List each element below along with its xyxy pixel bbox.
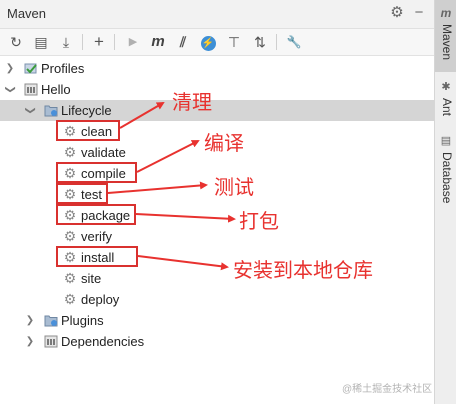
tab-label: Ant [440,98,454,117]
annotation-test: 测试 [214,175,254,199]
tree-item-label: Hello [41,82,71,97]
goal-label: validate [81,145,126,160]
folder-icon [44,315,58,327]
right-tool-strip: m Maven ✱ Ant ▤ Database [434,0,456,404]
tab-label: Database [440,152,454,204]
tree-item-plugins[interactable]: ❯ Plugins [0,310,434,331]
gear-icon: ⚙ [63,144,77,160]
tree-item-label: Lifecycle [61,103,112,118]
chevron-down-icon[interactable]: ❯ [20,105,41,117]
run-icon[interactable]: ▶ [123,32,143,52]
add-icon[interactable]: + [89,32,109,52]
collapse-all-icon[interactable]: ⇅ [250,32,270,52]
highlight-box-package [56,204,136,225]
folder-icon [44,105,58,117]
highlight-box-install [56,246,138,267]
show-dependencies-icon[interactable]: ⊤ [224,32,244,52]
dependencies-icon [44,335,58,348]
add-maven-project-icon[interactable]: ▤ [31,32,51,52]
panel-title: Maven [7,6,47,21]
chevron-right-icon[interactable]: ❯ [4,58,16,79]
tab-ant[interactable]: ✱ Ant [435,76,456,124]
goal-label: site [81,271,102,286]
tree-item-project[interactable]: ❯ Hello [0,79,434,100]
toolbar-separator [276,34,277,50]
skip-tests-icon[interactable]: ⫽ [173,32,193,52]
tree-item-label: Plugins [61,313,104,328]
reload-icon[interactable]: ↻ [6,32,26,52]
gear-icon: ⚙ [63,291,77,307]
annotation-clean: 清理 [172,90,212,114]
tree-item-label: Dependencies [61,334,145,349]
gear-icon: ⚙ [63,228,77,244]
tree-item-profiles[interactable]: ❯ Profiles [0,58,434,79]
chevron-right-icon[interactable]: ❯ [24,331,36,352]
wrench-icon[interactable]: 🔧 [284,32,304,52]
goal-label: deploy [81,292,120,307]
toolbar-separator [114,34,115,50]
tree-item-lifecycle[interactable]: ❯ Lifecycle [0,100,434,121]
tab-label: Maven [440,24,454,61]
maven-icon: m [440,6,452,20]
gear-icon[interactable]: ⚙ [388,4,406,22]
highlight-box-test [56,183,108,204]
goal-label: verify [81,229,113,244]
database-icon: ▤ [440,135,452,147]
toolbar-separator [82,34,83,50]
minimize-icon[interactable]: − [410,4,428,22]
toolbar: ↻ ▤ ⤓ + ▶ m ⫽ ⚡ ⊤ ⇅ 🔧 [0,29,434,56]
chevron-right-icon[interactable]: ❯ [24,310,36,331]
maven-project-icon [24,83,38,96]
download-sources-icon[interactable]: ⤓ [56,32,76,52]
chevron-down-icon[interactable]: ❯ [0,84,21,96]
lifecycle-goal-deploy[interactable]: ⚙ deploy [0,289,434,310]
offline-mode-icon[interactable]: ⚡ [198,32,218,52]
title-bar: Maven ⚙ − [0,0,434,29]
tab-database[interactable]: ▤ Database [435,130,456,210]
profiles-icon [24,63,37,74]
tab-maven[interactable]: m Maven [435,0,456,72]
highlight-box-clean [56,120,120,141]
lifecycle-goal-verify[interactable]: ⚙ verify [0,226,434,247]
tree-item-label: Profiles [41,61,85,76]
execute-maven-goal-icon[interactable]: m [148,32,168,52]
watermark: @稀土掘金技术社区 [342,384,433,395]
annotation-package: 打包 [239,209,279,233]
highlight-box-compile [56,162,137,183]
annotation-install: 安装到本地仓库 [233,258,373,282]
annotation-compile: 编译 [204,131,244,155]
tree-item-dependencies[interactable]: ❯ Dependencies [0,331,434,352]
gear-icon: ⚙ [63,270,77,286]
maven-panel: Maven ⚙ − ↻ ▤ ⤓ + ▶ m ⫽ ⚡ ⊤ ⇅ 🔧 ❯ Profil… [0,0,434,404]
ant-icon: ✱ [441,81,451,93]
